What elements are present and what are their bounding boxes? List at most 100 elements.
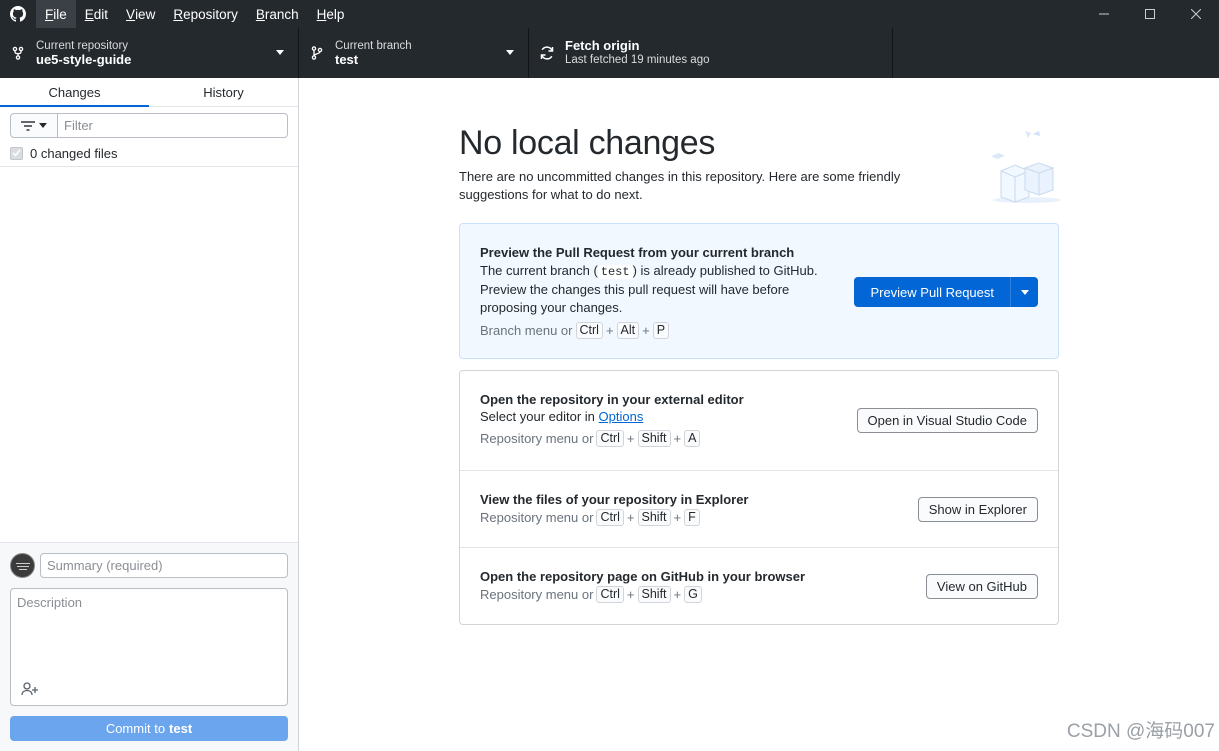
menu-edit[interactable]: Edit: [76, 0, 117, 28]
description-box: [10, 588, 288, 706]
menu-help-access-key: H: [316, 6, 327, 22]
title-bar: File Edit View Repository Branch Help: [0, 0, 1219, 28]
pull-request-desc-before: The current branch (: [480, 263, 598, 278]
minimize-icon: [1099, 13, 1109, 15]
tab-history[interactable]: History: [149, 78, 298, 106]
github-logo-icon: [0, 0, 36, 28]
hint-prefix: Repository menu or: [480, 510, 594, 525]
repo-label: Current repository: [36, 40, 129, 52]
kbd-key: Ctrl: [575, 322, 603, 339]
menu-view[interactable]: View: [117, 0, 164, 28]
fetch-subtitle: Last fetched 19 minutes ago: [565, 54, 710, 66]
avatar: [10, 553, 35, 578]
watermark: CSDN @海码007: [1066, 721, 1215, 742]
view-on-github-button[interactable]: View on GitHub: [925, 574, 1038, 599]
explorer-title: View the files of your repository in Exp…: [480, 492, 749, 507]
divider: [0, 166, 298, 167]
kbd-key: Ctrl: [596, 430, 624, 447]
editor-row: Open the repository in your external edi…: [460, 371, 1058, 471]
select-all-checkbox[interactable]: [10, 146, 23, 160]
menu-view-label: iew: [135, 6, 156, 22]
changed-files-count: 0 changed files: [30, 145, 118, 161]
menu-help[interactable]: Help: [308, 0, 354, 28]
preview-pull-request-dropdown[interactable]: [1010, 277, 1038, 307]
branch-selector[interactable]: Current branch test: [299, 28, 529, 78]
menu-repository-access-key: R: [173, 6, 184, 22]
sidebar-tabs: Changes History: [0, 78, 298, 107]
menu-edit-label: dit: [93, 6, 109, 22]
kbd-key: F: [684, 509, 700, 526]
repo-caret-icon: [276, 50, 284, 55]
pull-request-card: Preview the Pull Request from your curre…: [459, 223, 1059, 359]
main-content: No local changes There are no uncommitte…: [299, 78, 1219, 751]
branch-name: test: [335, 52, 359, 67]
sync-icon: [529, 45, 565, 61]
editor-title: Open the repository in your external edi…: [480, 392, 744, 407]
options-link[interactable]: Options: [599, 409, 644, 424]
repo-name: ue5-style-guide: [36, 52, 132, 67]
menu-branch-label: ranch: [264, 6, 299, 22]
toolbar: Current repository ue5-style-guide Curre…: [0, 28, 1219, 78]
pull-request-desc-line2: Preview the changes this pull request wi…: [480, 282, 790, 315]
description-input[interactable]: [11, 589, 287, 679]
kbd-key: Ctrl: [596, 509, 624, 526]
boxes-illustration: [989, 126, 1061, 207]
show-in-explorer-button[interactable]: Show in Explorer: [917, 497, 1038, 522]
repo-icon: [0, 46, 36, 60]
commit-button-prefix: Commit to: [105, 721, 166, 736]
kbd-key: Shift: [637, 509, 671, 526]
github-row: Open the repository page on GitHub in yo…: [460, 548, 1058, 624]
pull-request-desc-after: ) is already published to GitHub.: [632, 263, 818, 278]
fetch-title: Fetch origin: [565, 38, 640, 53]
branch-caret-icon: [506, 50, 514, 55]
editor-desc-prefix: Select your editor in: [480, 409, 595, 424]
explorer-shortcut-hint: Repository menu or Ctrl + Shift + F: [480, 509, 749, 526]
fetch-origin-button[interactable]: Fetch origin Last fetched 19 minutes ago: [529, 28, 893, 78]
sidebar: Changes History 0 changed files Commit t…: [0, 78, 299, 751]
branch-icon: [299, 46, 335, 60]
chevron-down-icon: [39, 123, 47, 128]
kbd-key: Alt: [616, 322, 640, 339]
hint-prefix: Branch menu or: [480, 323, 573, 338]
kbd-key: G: [684, 586, 702, 603]
menu-help-label: elp: [326, 6, 345, 22]
preview-pull-request-button[interactable]: Preview Pull Request: [854, 277, 1010, 307]
menu-repository[interactable]: Repository: [164, 0, 247, 28]
filter-input[interactable]: [58, 113, 288, 138]
editor-description: Select your editor in Options: [480, 408, 744, 426]
hint-prefix: Repository menu or: [480, 431, 594, 446]
commit-button-branch: test: [169, 721, 193, 736]
page-subtitle: There are no uncommitted changes in this…: [459, 169, 901, 202]
maximize-button[interactable]: [1127, 0, 1173, 28]
close-icon: [1191, 9, 1201, 19]
minimize-button[interactable]: [1081, 0, 1127, 28]
changed-files-row: 0 changed files: [10, 144, 117, 162]
maximize-icon: [1145, 9, 1155, 19]
filter-options-button[interactable]: [10, 113, 58, 138]
close-button[interactable]: [1173, 0, 1219, 28]
add-coauthor-button[interactable]: [21, 681, 41, 697]
kbd-key: Ctrl: [596, 586, 624, 603]
commit-button[interactable]: Commit to test: [10, 716, 288, 741]
menu-repository-label: epository: [183, 6, 238, 22]
menu-branch-access-key: B: [255, 6, 265, 22]
repository-selector[interactable]: Current repository ue5-style-guide: [0, 28, 299, 78]
check-icon: [12, 149, 21, 157]
editor-shortcut-hint: Repository menu or Ctrl + Shift + A: [480, 430, 744, 447]
explorer-row: View the files of your repository in Exp…: [460, 471, 1058, 548]
pull-request-description: The current branch (test) is already pub…: [480, 262, 840, 317]
kbd-key: Shift: [637, 430, 671, 447]
menu-file[interactable]: File: [36, 0, 76, 28]
menu-branch[interactable]: Branch: [247, 0, 308, 28]
open-in-editor-button[interactable]: Open in Visual Studio Code: [856, 408, 1038, 433]
menu-view-access-key: V: [126, 6, 136, 22]
pull-request-title: Preview the Pull Request from your curre…: [480, 245, 795, 260]
summary-input[interactable]: [40, 553, 288, 578]
person-add-icon: [21, 682, 38, 696]
github-shortcut-hint: Repository menu or Ctrl + Shift + G: [480, 586, 805, 603]
tab-changes[interactable]: Changes: [0, 78, 149, 107]
kbd-key: A: [684, 430, 701, 447]
branch-label: Current branch: [335, 40, 412, 52]
github-title: Open the repository page on GitHub in yo…: [480, 569, 806, 584]
window-controls: [1081, 0, 1219, 28]
